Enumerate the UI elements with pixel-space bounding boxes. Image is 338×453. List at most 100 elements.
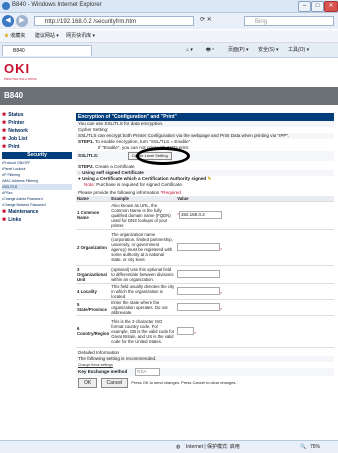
state-input[interactable] [177,302,221,311]
suggested-sites-link[interactable]: 建议网站 ▾ [35,33,59,39]
sidebar-item-network[interactable]: ✱ Network [2,127,72,135]
close-button[interactable]: ✕ [324,1,338,12]
row-example: Also known as URL, the Common Name is th… [110,201,177,230]
tools-menu[interactable]: 工具(O) ▾ [288,43,309,57]
page-menu[interactable]: 页面(P) ▾ [228,43,249,57]
favorites-button[interactable]: 收藏夹 [10,33,25,39]
table-row: 1 Common Name Also known as URL, the Com… [76,201,334,230]
sidebar-item-maintenance[interactable]: ✱ Maintenance [2,208,72,216]
row-value: * [176,283,334,300]
ssltls-label: SSL/TLS: [78,152,99,158]
brand-header: OKI PRINTING SOLUTIONS [0,58,338,86]
radio-label: Using self signed Certificate [82,169,144,175]
table-row: 2 Organization The organization name (co… [76,229,334,266]
row-value [176,265,334,284]
sidebar-item-links[interactable]: ✱ Links [2,216,72,224]
row-name: 3 Organizational Unit [76,265,111,284]
url-input[interactable]: http://192.168.0.2 /securityfrm.htm [34,16,194,26]
address-bar: ◀ ▶ http://192.168.0.2 /securityfrm.htm … [0,13,338,29]
model-banner: B840 [0,87,338,105]
step1-text: To enable encryption, turn "SSL/TLS = En… [95,138,192,144]
footer-row: OK Cancel Press OK to send changes. Pres… [76,377,334,388]
globe-icon: ◍ [176,444,181,450]
ssl-panel: Encryption of "Configuration" and "Print… [76,113,334,388]
footer-hint: Press OK to send changes. Press Cancel t… [131,379,237,385]
sidebar-item-printer[interactable]: ✱ Printer [2,119,72,127]
table-row: 6 Country/Region This is the 2-character… [76,315,334,348]
zoom-level[interactable]: 75% [310,441,320,453]
title-bar: B840 - Windows Internet Explorer – □ ✕ [0,0,338,13]
locality-input[interactable] [177,286,221,295]
row-name: 5 State/Province [76,299,111,316]
certificate-icon: ✎ [207,175,212,181]
sidebar-label: Printer [8,120,25,126]
row-value: * [176,315,334,348]
row-name: 4 Locality [76,283,111,300]
web-slice-gallery-link[interactable]: 网页快讯库 ▾ [66,33,95,39]
sidebar-item-job-list[interactable]: ✱ Job List [2,135,72,143]
search-input[interactable]: Bing [244,16,334,26]
status-bar: ◍ Internet | 保护模式: 启用 🔍 75% [0,440,338,453]
row-example: This is the 2-character ISO format count… [110,315,177,348]
ssltls-row: SSL/TLS: Cipher Level Setting [76,146,334,165]
note-row: Note: Purchase is required for signed Ce… [76,182,334,188]
sidebar-label: Job List [8,136,28,142]
oki-logo: OKI [4,61,31,76]
key-exchange-select[interactable]: RSA [135,367,161,376]
sidebar-label: Maintenance [8,209,39,215]
step2-text: Create a Certificate [95,163,135,169]
sidebar-label: Status [8,112,24,118]
radio-checked-icon: ● [78,175,81,181]
radio-label: Using a Certificate which a Certificatio… [82,175,207,181]
favorites-bar: ★ 收藏夹 建议网站 ▾ 网页快讯库 ▾ [0,30,338,43]
refresh-icon[interactable]: ⟳ ✕ [200,16,212,23]
ie-icon [2,2,10,10]
radio-unchecked-icon: ○ [78,169,81,175]
star-icon: ★ [4,33,10,39]
row-name: 2 Organization [76,229,111,266]
row-value: * [176,299,334,316]
zone-text: Internet | 保护模式: 启用 [186,444,240,450]
print-icon[interactable]: 🖶 ▾ [206,43,214,57]
table-row: 3 Organizational Unit (optional) Use thi… [76,265,334,284]
sidebar-item-security[interactable]: Security [2,152,72,159]
organization-input[interactable] [177,242,221,251]
note-label: Note: [84,181,95,187]
row-example: (optional) Use this optional field to di… [110,265,177,284]
sidebar-item-status[interactable]: ✱ Status [2,111,72,119]
certificate-table: Name Example Value 1 Common Name Also kn… [76,195,334,348]
row-name: 1 Common Name [76,201,111,230]
note-text: Purchase is required for signed Certific… [96,181,184,187]
back-icon[interactable]: ◀ [2,15,14,27]
cancel-button[interactable]: Cancel [100,377,129,388]
zoom-icon[interactable]: 🔍 [300,441,306,453]
oki-tagline: PRINTING SOLUTIONS [4,77,37,81]
window-title: B840 - Windows Internet Explorer [12,2,102,8]
sidebar: ✱ Status ✱ Printer ✱ Network ✱ Job List ✱ Pri… [2,111,72,224]
panel-title: Encryption of "Configuration" and "Print… [76,113,334,121]
home-icon[interactable]: ⌂ ▾ [186,43,193,57]
country-input[interactable] [177,326,195,335]
row-value: * [176,229,334,266]
step2-label: STEP2. [78,163,94,169]
safety-menu[interactable]: 安全(S) ▾ [258,43,279,57]
maximize-button[interactable]: □ [311,1,324,12]
minimize-button[interactable]: – [298,1,311,12]
tab-bar: B840 ⌂ ▾ 🖶 ▾ 页面(P) ▾ 安全(S) ▾ 工具(O) ▾ [0,43,338,58]
sidebar-label: Network [8,128,28,134]
common-name-input[interactable]: 192.168.0.2 [178,211,222,219]
row-name: 6 Country/Region [76,315,111,348]
key-exchange-label: Key Exchange method [78,368,128,374]
sidebar-item-print[interactable]: ✱ Print [2,143,72,151]
ok-button[interactable]: OK [78,377,98,388]
row-value: *192.168.0.2 [176,201,334,230]
highlight-oval [136,146,190,165]
org-unit-input[interactable] [177,269,221,278]
sidebar-label: Print [8,144,20,150]
row-example: Enter the state where the organization o… [110,299,177,316]
forward-icon[interactable]: ▶ [16,15,28,27]
tab-b840[interactable]: B840 [2,45,92,56]
row-example: This field usually denotes the city in w… [110,283,177,300]
key-exchange-row: Key Exchange method RSA [76,367,334,376]
row-example: The organization name (corporation, limi… [110,229,177,266]
